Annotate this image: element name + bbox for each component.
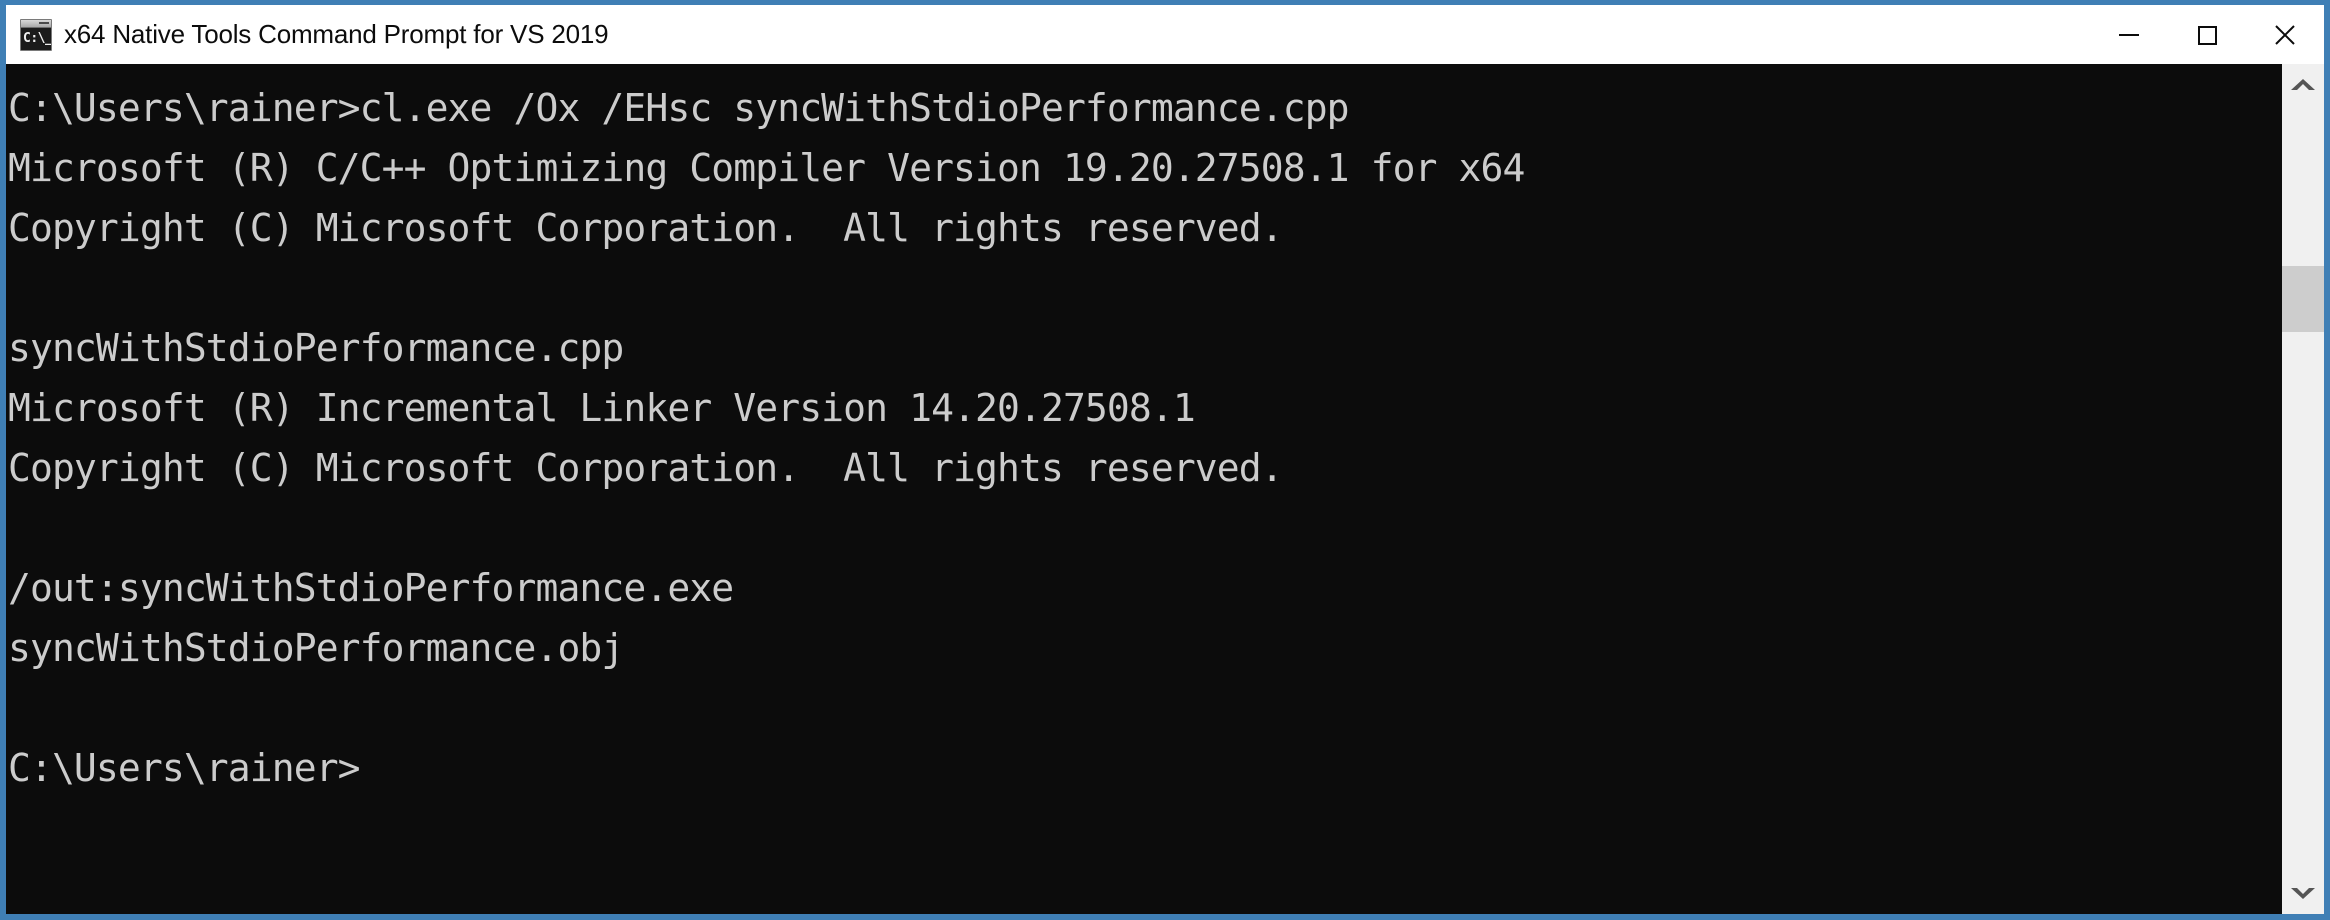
maximize-button[interactable] [2168,5,2246,64]
console-line: Copyright (C) Microsoft Corporation. All… [8,206,1284,250]
scrollbar-track[interactable] [2282,106,2324,872]
maximize-icon [2198,25,2217,45]
vertical-scrollbar[interactable] [2282,64,2324,914]
console-line: C:\Users\rainer>cl.exe /Ox /EHsc syncWit… [8,86,1350,130]
scrollbar-thumb[interactable] [2282,266,2324,332]
console-line-list: C:\Users\rainer>cl.exe /Ox /EHsc syncWit… [8,78,2282,798]
command-prompt-window: C:\_ x64 Native Tools Command Prompt for… [0,0,2330,920]
cmd-console-icon: C:\_ [20,18,52,51]
console-line: /out:syncWithStdioPerformance.exe [8,566,734,610]
minimize-icon [2119,33,2139,36]
window-client-area: C:\Users\rainer>cl.exe /Ox /EHsc syncWit… [6,64,2324,914]
window-controls [2090,5,2324,64]
scroll-down-button[interactable] [2282,872,2324,914]
console-output-area[interactable]: C:\Users\rainer>cl.exe /Ox /EHsc syncWit… [6,64,2282,914]
console-line: Copyright (C) Microsoft Corporation. All… [8,446,1284,490]
close-button[interactable] [2246,5,2324,64]
minimize-button[interactable] [2090,5,2168,64]
console-line: C:\Users\rainer> [8,746,361,790]
console-line: syncWithStdioPerformance.obj [8,626,624,670]
console-line: syncWithStdioPerformance.cpp [8,326,624,370]
console-line: Microsoft (R) Incremental Linker Version… [8,386,1196,430]
chevron-up-icon [2291,79,2315,90]
scroll-up-button[interactable] [2282,64,2324,106]
close-icon [2275,24,2295,45]
console-line: Microsoft (R) C/C++ Optimizing Compiler … [8,146,1525,190]
cmd-icon-titlestrip [21,19,51,28]
window-title: x64 Native Tools Command Prompt for VS 2… [64,19,609,49]
chevron-down-icon [2291,888,2315,899]
title-bar-left: C:\_ x64 Native Tools Command Prompt for… [6,18,2090,51]
cmd-icon-glyph: C:\_ [23,30,51,46]
title-bar[interactable]: C:\_ x64 Native Tools Command Prompt for… [6,5,2324,64]
